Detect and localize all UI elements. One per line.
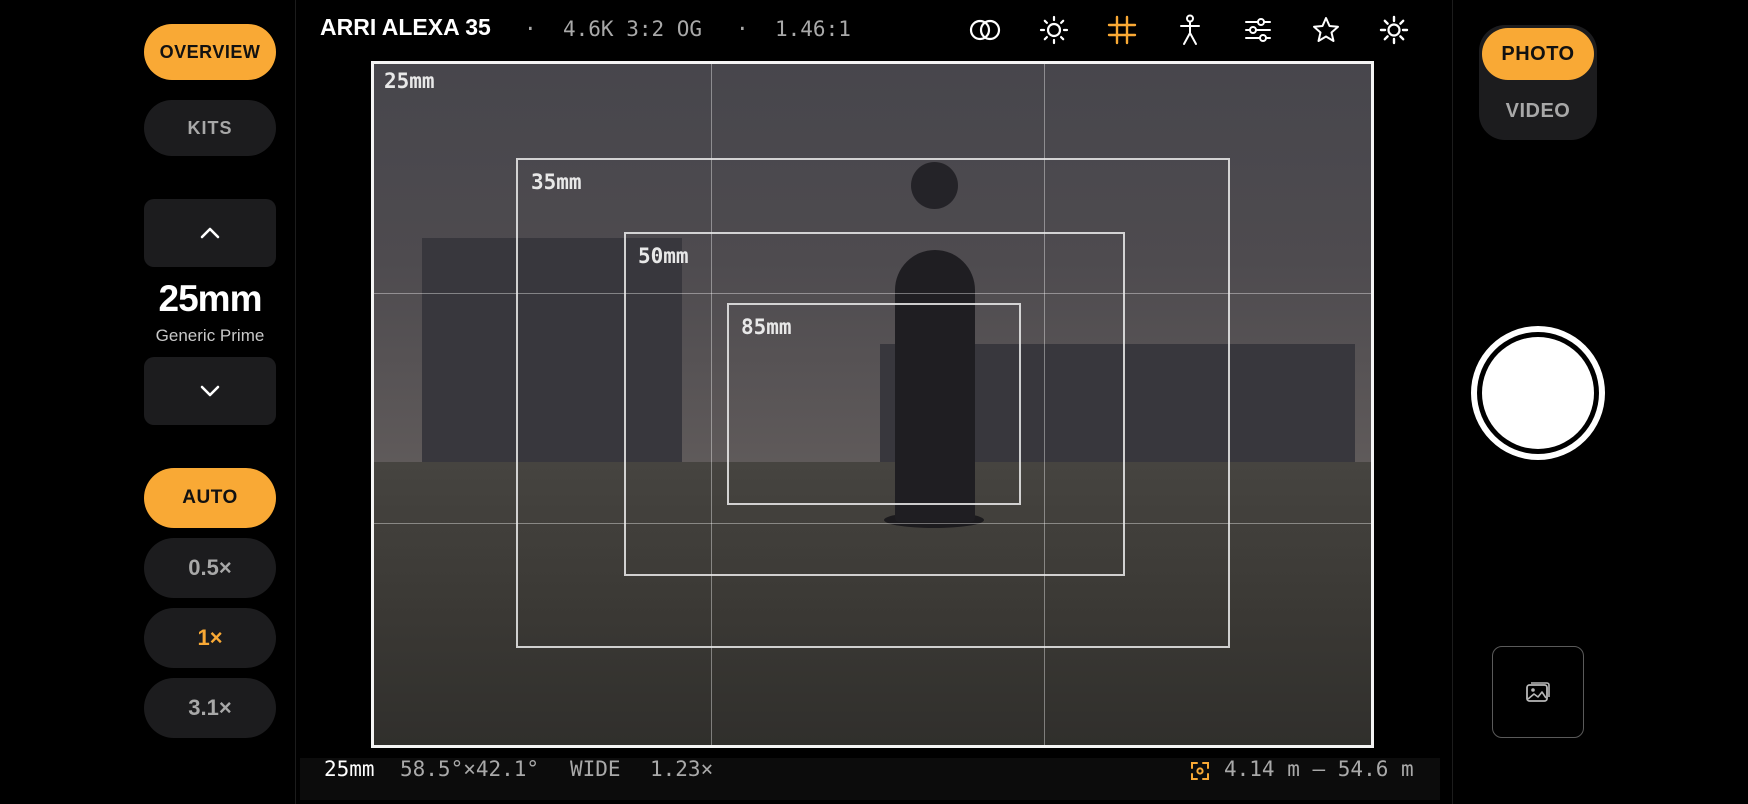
magnification: 1.23× xyxy=(650,757,714,781)
lens-class: WIDE xyxy=(570,757,621,781)
focal-up-button[interactable] xyxy=(144,199,276,267)
aspect-ratio[interactable]: 1.46:1 xyxy=(775,17,851,41)
sensor-format[interactable]: 4.6K 3:2 OG xyxy=(563,17,702,41)
focal-length-value: 25mm xyxy=(158,278,263,319)
overview-button[interactable]: OVERVIEW xyxy=(144,24,276,80)
focal-down-button[interactable] xyxy=(144,357,276,425)
lens-name: Generic Prime xyxy=(155,326,265,345)
video-mode-button[interactable]: VIDEO xyxy=(1482,86,1594,136)
frame-25mm xyxy=(371,61,1374,748)
focus-range: 4.14 m — 54.6 m xyxy=(1224,757,1414,781)
grid-icon[interactable] xyxy=(1102,10,1142,50)
gallery-button[interactable] xyxy=(1492,646,1584,738)
chevron-up-icon xyxy=(200,227,220,239)
bottom-focal-length: 25mm xyxy=(324,757,375,781)
zoom-3-1x-button[interactable]: 3.1× xyxy=(144,678,276,738)
auto-zoom-button[interactable]: AUTO xyxy=(144,468,276,528)
zoom-0-5x-button[interactable]: 0.5× xyxy=(144,538,276,598)
camera-name[interactable]: ARRI ALEXA 35 xyxy=(320,14,491,41)
photo-mode-button[interactable]: PHOTO xyxy=(1482,28,1594,80)
zoom-1x-button[interactable]: 1× xyxy=(144,608,276,668)
field-of-view: 58.5°×42.1° xyxy=(400,757,540,781)
shutter-button[interactable] xyxy=(1482,337,1594,449)
kits-button[interactable]: KITS xyxy=(144,100,276,156)
person-icon[interactable] xyxy=(1170,10,1210,50)
info-separator: · xyxy=(524,17,537,41)
photo-gallery-icon xyxy=(1526,682,1550,702)
settings-gear-icon[interactable] xyxy=(1374,10,1414,50)
star-icon[interactable] xyxy=(1306,10,1346,50)
compare-circles-icon[interactable] xyxy=(965,10,1005,50)
chevron-down-icon xyxy=(200,385,220,397)
sliders-icon[interactable] xyxy=(1238,10,1278,50)
exposure-sun-icon[interactable] xyxy=(1034,10,1074,50)
info-separator: · xyxy=(736,17,749,41)
focus-target-icon xyxy=(1190,761,1210,781)
